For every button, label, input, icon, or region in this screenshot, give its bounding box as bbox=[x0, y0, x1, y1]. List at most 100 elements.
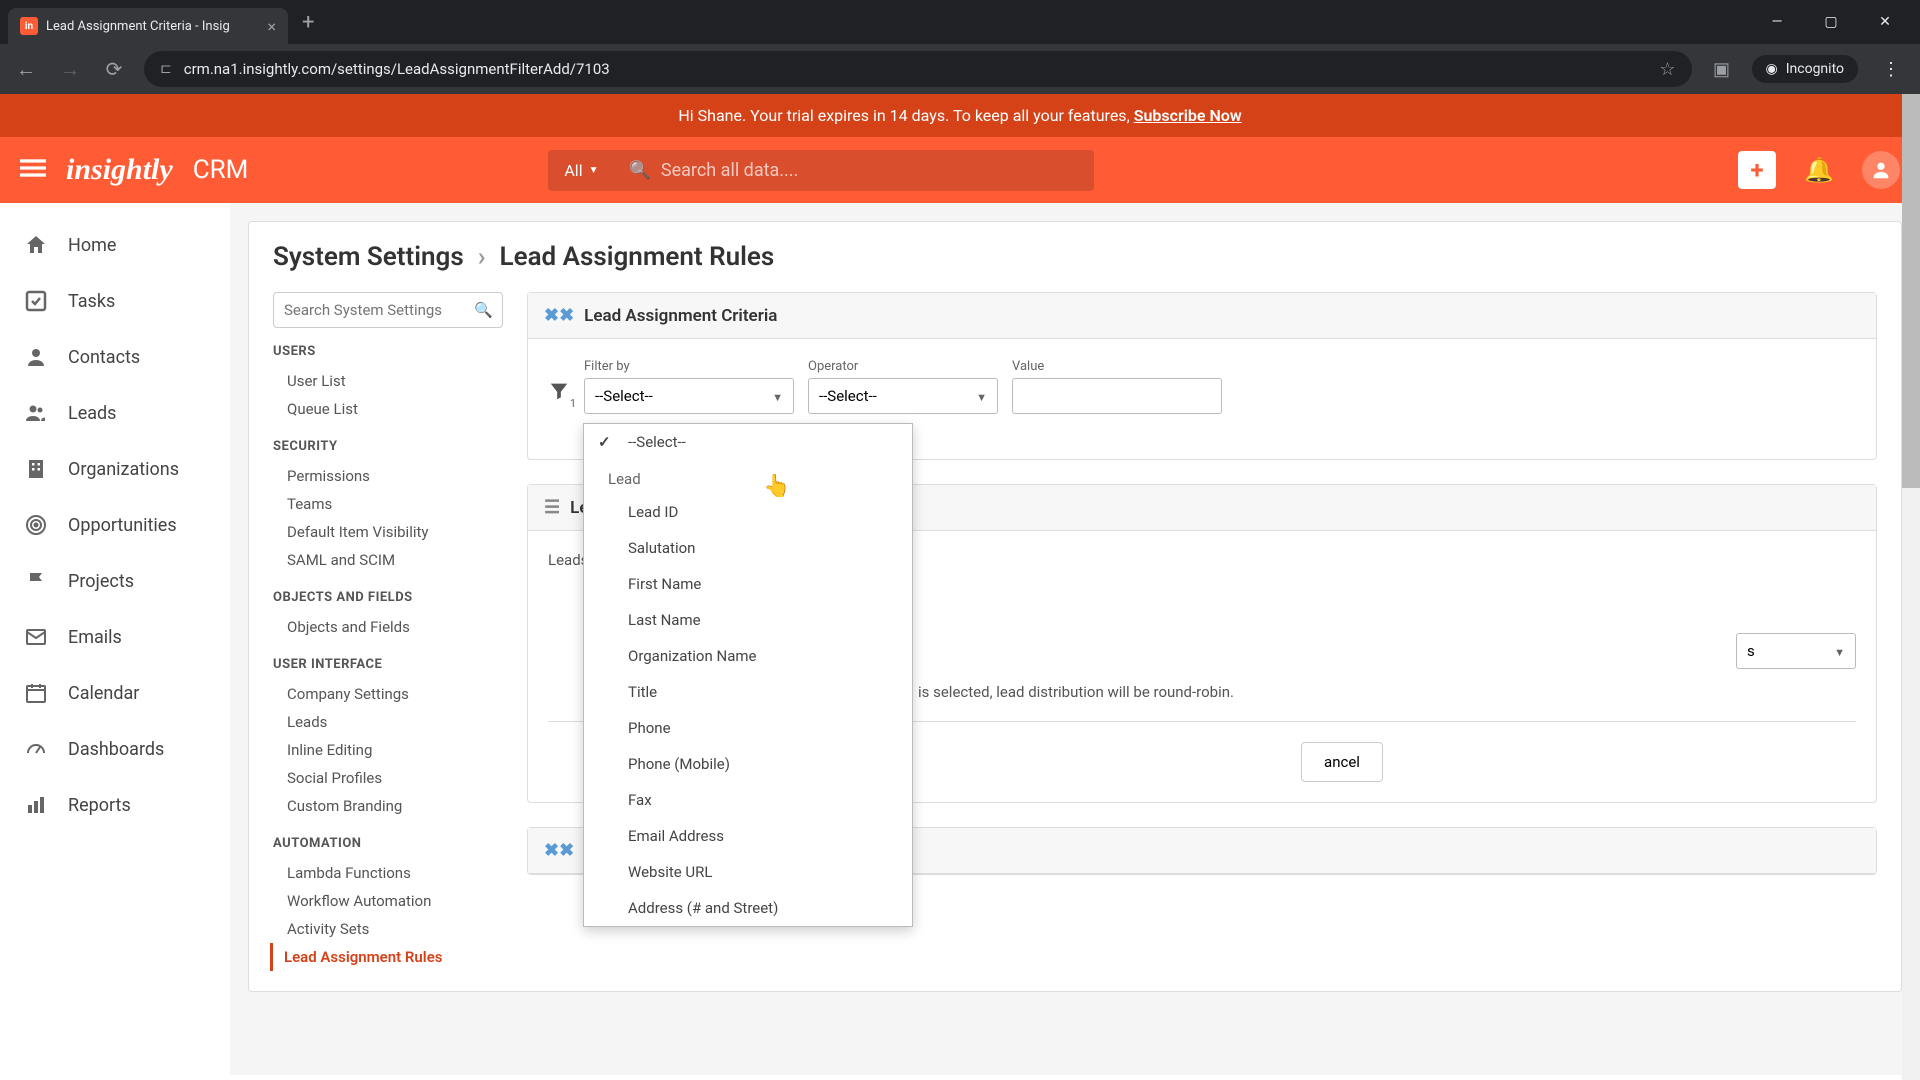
settings-main: ✖✖ Lead Assignment Criteria 1 Filter by bbox=[527, 292, 1877, 971]
criteria-icon: ✖✖ bbox=[544, 305, 574, 326]
url-bar[interactable]: ⊏ crm.na1.insightly.com/settings/LeadAss… bbox=[144, 51, 1692, 87]
settings-item-permissions[interactable]: Permissions bbox=[273, 462, 503, 490]
dropdown-option[interactable]: Phone bbox=[584, 710, 912, 746]
browser-menu-icon[interactable]: ⋮ bbox=[1874, 59, 1908, 80]
dropdown-option[interactable]: Salutation bbox=[584, 530, 912, 566]
settings-group-header: USER INTERFACE bbox=[273, 657, 503, 672]
incognito-label: Incognito bbox=[1786, 61, 1844, 77]
settings-item-saml[interactable]: SAML and SCIM bbox=[273, 546, 503, 574]
site-info-icon[interactable]: ⊏ bbox=[160, 61, 172, 77]
settings-item-activity-sets[interactable]: Activity Sets bbox=[273, 915, 503, 943]
new-tab-button[interactable]: + bbox=[288, 10, 328, 35]
hamburger-icon[interactable] bbox=[20, 155, 46, 185]
settings-item-queue-list[interactable]: Queue List bbox=[273, 395, 503, 423]
tab-favicon: in bbox=[20, 17, 38, 35]
notifications-icon[interactable]: 🔔 bbox=[1800, 151, 1838, 189]
trial-banner: Hi Shane. Your trial expires in 14 days.… bbox=[0, 94, 1920, 137]
nav-projects[interactable]: Projects bbox=[0, 553, 230, 609]
dropdown-option[interactable]: Email Address bbox=[584, 818, 912, 854]
back-button[interactable]: ← bbox=[12, 57, 40, 82]
search-scope-dropdown[interactable]: All ▼ bbox=[548, 150, 614, 191]
incognito-badge[interactable]: ◉ Incognito bbox=[1752, 55, 1859, 83]
settings-item-user-list[interactable]: User List bbox=[273, 367, 503, 395]
filter-dropdown[interactable]: --Select-- Lead Lead ID Salutation First… bbox=[583, 423, 913, 927]
settings-item-workflow[interactable]: Workflow Automation bbox=[273, 887, 503, 915]
minimize-icon[interactable]: — bbox=[1762, 14, 1792, 30]
mail-icon bbox=[22, 623, 50, 651]
forward-button[interactable]: → bbox=[56, 57, 84, 82]
check-icon bbox=[22, 287, 50, 315]
dropdown-option[interactable]: Lead ID bbox=[584, 494, 912, 530]
tab-bar: in Lead Assignment Criteria - Insig × + … bbox=[0, 0, 1920, 44]
breadcrumb-parent[interactable]: System Settings bbox=[273, 242, 464, 272]
avatar[interactable] bbox=[1862, 151, 1900, 189]
cancel-button[interactable]: ancel bbox=[1301, 742, 1383, 782]
reload-button[interactable]: ⟳ bbox=[100, 57, 128, 81]
nav-reports[interactable]: Reports bbox=[0, 777, 230, 833]
nav-organizations[interactable]: Organizations bbox=[0, 441, 230, 497]
filter-icon: 1 bbox=[548, 380, 570, 408]
dropdown-option[interactable]: Address (# and Street) bbox=[584, 890, 912, 926]
page-scrollbar[interactable] bbox=[1902, 94, 1920, 1080]
settings-item-company[interactable]: Company Settings bbox=[273, 680, 503, 708]
dropdown-option[interactable]: First Name bbox=[584, 566, 912, 602]
add-button[interactable]: + bbox=[1738, 151, 1776, 189]
bars-icon bbox=[22, 791, 50, 819]
list-icon: ☰ bbox=[544, 497, 560, 518]
subscribe-link[interactable]: Subscribe Now bbox=[1134, 106, 1242, 125]
extensions-icon[interactable]: ▣ bbox=[1708, 59, 1736, 80]
gauge-icon bbox=[22, 735, 50, 763]
settings-item-branding[interactable]: Custom Branding bbox=[273, 792, 503, 820]
settings-item-inline[interactable]: Inline Editing bbox=[273, 736, 503, 764]
filter-by-label: Filter by bbox=[584, 359, 794, 374]
dropdown-option[interactable]: Phone (Mobile) bbox=[584, 746, 912, 782]
operator-select[interactable]: --Select-- ▼ bbox=[808, 378, 998, 414]
filter-row: 1 Filter by --Select-- ▼ bbox=[548, 359, 1856, 414]
nav-leads[interactable]: Leads bbox=[0, 385, 230, 441]
tab-title: Lead Assignment Criteria - Insig bbox=[46, 19, 259, 34]
nav-opportunities[interactable]: Opportunities bbox=[0, 497, 230, 553]
browser-tab[interactable]: in Lead Assignment Criteria - Insig × bbox=[8, 8, 288, 44]
dropdown-option[interactable]: Last Name bbox=[584, 602, 912, 638]
search-input[interactable] bbox=[651, 150, 1081, 191]
nav-tasks[interactable]: Tasks bbox=[0, 273, 230, 329]
settings-search-input[interactable] bbox=[273, 292, 503, 328]
page-content: Hi Shane. Your trial expires in 14 days.… bbox=[0, 94, 1920, 1080]
settings-item-objects[interactable]: Objects and Fields bbox=[273, 613, 503, 641]
chevron-down-icon: ▼ bbox=[1834, 646, 1845, 659]
settings-item-social[interactable]: Social Profiles bbox=[273, 764, 503, 792]
settings-item-leads[interactable]: Leads bbox=[273, 708, 503, 736]
settings-sidebar: 🔍 USERS User List Queue List SECURITY Pe… bbox=[273, 292, 503, 971]
dropdown-option[interactable]: Fax bbox=[584, 782, 912, 818]
settings-item-lambda[interactable]: Lambda Functions bbox=[273, 859, 503, 887]
header-actions: + 🔔 bbox=[1738, 151, 1900, 189]
dropdown-group-lead: Lead bbox=[584, 460, 912, 494]
person-icon bbox=[22, 343, 50, 371]
bookmark-icon[interactable]: ☆ bbox=[1659, 59, 1675, 80]
settings-item-default-visibility[interactable]: Default Item Visibility bbox=[273, 518, 503, 546]
filter-by-select[interactable]: --Select-- ▼ bbox=[584, 378, 794, 414]
settings-item-lead-assignment[interactable]: Lead Assignment Rules bbox=[270, 943, 503, 971]
nav-emails[interactable]: Emails bbox=[0, 609, 230, 665]
logo[interactable]: insightly bbox=[66, 153, 173, 187]
nav-home[interactable]: Home bbox=[0, 217, 230, 273]
maximize-icon[interactable]: ▢ bbox=[1816, 14, 1846, 30]
dropdown-option[interactable]: Title bbox=[584, 674, 912, 710]
settings-group-header: USERS bbox=[273, 344, 503, 359]
chevron-down-icon: ▼ bbox=[589, 165, 599, 176]
browser-chrome: in Lead Assignment Criteria - Insig × + … bbox=[0, 0, 1920, 94]
nav-dashboards[interactable]: Dashboards bbox=[0, 721, 230, 777]
product-label: CRM bbox=[193, 155, 249, 185]
value-input[interactable] bbox=[1012, 378, 1222, 414]
dropdown-option[interactable]: Organization Name bbox=[584, 638, 912, 674]
close-window-icon[interactable]: ✕ bbox=[1870, 14, 1900, 30]
close-tab-icon[interactable]: × bbox=[267, 17, 276, 36]
dropdown-option-select[interactable]: --Select-- bbox=[584, 424, 912, 460]
breadcrumb: System Settings › Lead Assignment Rules bbox=[273, 242, 1877, 272]
assignment-select[interactable]: s ▼ bbox=[1736, 633, 1856, 669]
settings-item-teams[interactable]: Teams bbox=[273, 490, 503, 518]
nav-contacts[interactable]: Contacts bbox=[0, 329, 230, 385]
operator-label: Operator bbox=[808, 359, 998, 374]
nav-calendar[interactable]: Calendar bbox=[0, 665, 230, 721]
dropdown-option[interactable]: Website URL bbox=[584, 854, 912, 890]
